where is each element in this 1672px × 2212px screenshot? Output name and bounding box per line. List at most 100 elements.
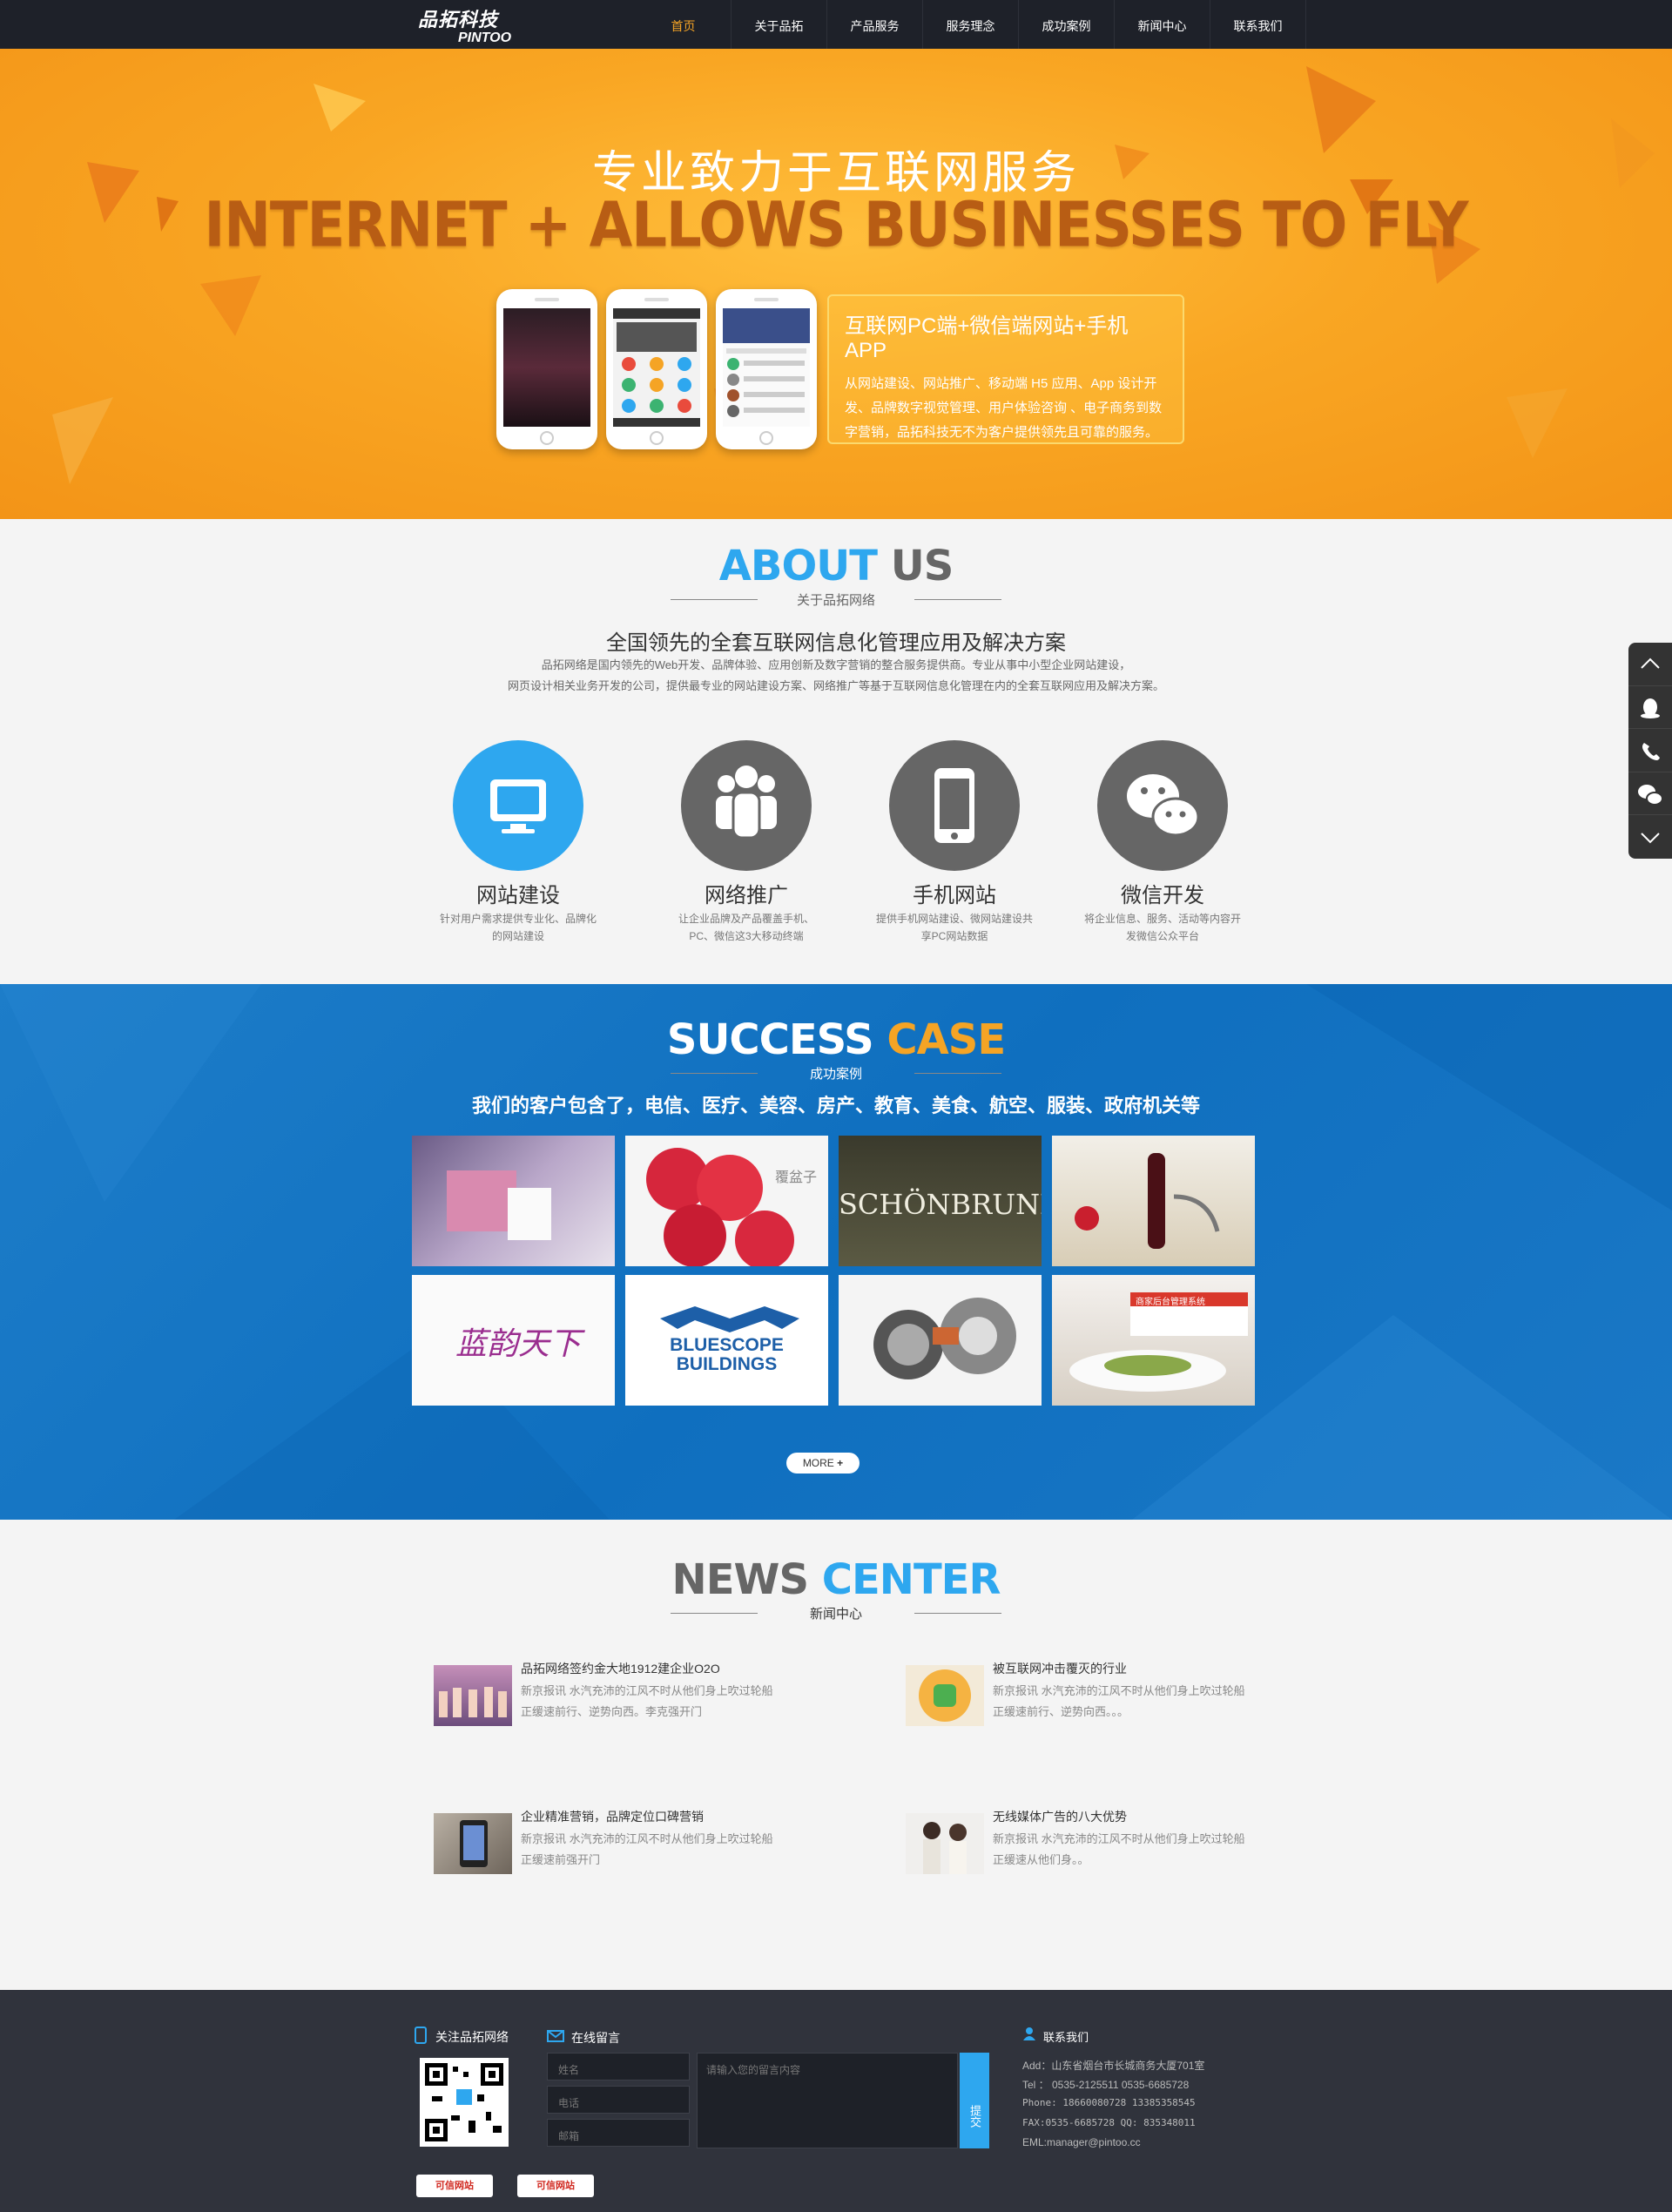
success-case-section: SUCCESS CASE 成功案例 我们的客户包含了，电信、医疗、美容、房产、教… <box>0 984 1672 1520</box>
case-subtitle: 成功案例 <box>662 1064 1010 1082</box>
people-icon <box>681 740 812 871</box>
qq-button[interactable] <box>1628 686 1672 730</box>
monitor-icon <box>453 740 583 871</box>
case-title: SUCCESS CASE <box>0 1015 1672 1064</box>
side-float-bar <box>1628 643 1672 859</box>
about-heading: 全国领先的全套互联网信息化管理应用及解决方案 <box>606 631 1066 655</box>
about-desc: 品拓网络是国内领先的Web开发、品牌体验、应用创新及数字营销的整合服务提供商。专… <box>0 655 1672 697</box>
nav-item-philosophy[interactable]: 服务理念 <box>923 0 1019 49</box>
contact-tel: Tel ： 0535-2125511 0535-6685728 <box>1022 2079 1190 2091</box>
service-wechat[interactable]: 微信开发 将企业信息、服务、活动等内容开发微信公众平台 <box>1075 740 1250 945</box>
service-web[interactable]: 网站建设 针对用户需求提供专业化、品牌化的网站建设 <box>431 740 605 945</box>
main-menu: 首页 关于品拓 产品服务 服务理念 成功案例 新闻中心 联系我们 <box>636 0 1306 49</box>
news-title[interactable]: 企业精准营销，品牌定位口碑营销 <box>521 1808 704 1825</box>
qr-code <box>420 2058 509 2147</box>
trust-badge-2[interactable]: 可信网站 <box>517 2175 594 2197</box>
banner-box-title: 互联网PC端+微信端网站+手机APP <box>845 314 1129 362</box>
logo-cn: 品拓科技 <box>418 9 499 30</box>
news-item[interactable]: 品拓网络签约金大地1912建企业O2O 新京报讯 水汽充沛的江风不时从他们身上吹… <box>434 1660 799 1730</box>
trust-badge-1[interactable]: 可信网站 <box>416 2175 493 2197</box>
scroll-up-button[interactable] <box>1628 643 1672 686</box>
nav-item-news[interactable]: 新闻中心 <box>1115 0 1210 49</box>
case-thumb-1[interactable] <box>412 1136 615 1266</box>
case-thumb-2[interactable]: 覆盆子 <box>625 1136 828 1266</box>
news-title[interactable]: 被互联网冲击覆灭的行业 <box>993 1660 1127 1677</box>
news-desc: 新京报讯 水汽充沛的江风不时从他们身上吹过轮船正缓速前强开门 <box>521 1832 773 1866</box>
case-thumb-4[interactable] <box>1052 1136 1255 1266</box>
service-name: 网络推广 <box>705 884 788 907</box>
news-title-b: CENTER <box>821 1555 1001 1604</box>
case-thumb-5-caption: 蓝韵天下 <box>455 1326 582 1362</box>
news-desc: 新京报讯 水汽充沛的江风不时从他们身上吹过轮船正缓速前行、逆势向西。。。 <box>993 1684 1245 1718</box>
about-subtitle: 关于品拓网络 <box>662 590 1010 609</box>
name-field[interactable]: 姓名 <box>547 2053 690 2080</box>
message-textarea[interactable]: 请输入您的留言内容 <box>697 2053 958 2148</box>
mail-icon <box>547 2030 564 2042</box>
news-item[interactable]: 被互联网冲击覆灭的行业 新京报讯 水汽充沛的江风不时从他们身上吹过轮船正缓速前行… <box>906 1660 1271 1730</box>
logo-en: PINTOO <box>458 30 512 45</box>
nav-item-contact[interactable]: 联系我们 <box>1210 0 1306 49</box>
news-item[interactable]: 企业精准营销，品牌定位口碑营销 新京报讯 水汽充沛的江风不时从他们身上吹过轮船正… <box>434 1808 799 1878</box>
banner-triangles-decoration <box>52 66 1655 484</box>
nav-item-cases[interactable]: 成功案例 <box>1019 0 1115 49</box>
nav-item-products[interactable]: 产品服务 <box>827 0 923 49</box>
news-thumb <box>906 1813 984 1874</box>
mobile-icon <box>415 2027 427 2044</box>
top-nav: 品拓科技 PINTOO 首页 关于品拓 产品服务 服务理念 成功案例 新闻中心 … <box>0 0 1672 49</box>
service-promotion[interactable]: 网络推广 让企业品牌及产品覆盖手机、PC、微信这3大移动终端 <box>659 740 833 945</box>
footer-contact-heading: 联系我们 <box>1043 2031 1089 2044</box>
scroll-down-button[interactable] <box>1628 815 1672 859</box>
banner-tagline: INTERNET + ALLOWS BUSINESSES TO FLY <box>204 189 1469 262</box>
footer-follow-heading: 关注品拓网络 <box>435 2030 509 2044</box>
case-thumb-8[interactable]: 商家后台管理系统 <box>1052 1275 1255 1406</box>
contact-address: Add：山东省烟台市长城商务大厦701室 <box>1022 2060 1205 2072</box>
contact-phone: Phone: 18660080728 13385358545 <box>1022 2097 1196 2108</box>
case-title-a: SUCCESS <box>666 1015 874 1064</box>
about-desc-line-1: 品拓网络是国内领先的Web开发、品牌体验、应用创新及数字营销的整合服务提供商。专… <box>541 658 1131 671</box>
news-thumb <box>434 1813 512 1874</box>
case-slogan: 我们的客户包含了，电信、医疗、美容、房产、教育、美食、航空、服装、政府机关等 <box>471 1095 1200 1116</box>
contact-person-icon <box>1023 2027 1035 2040</box>
news-subtitle: 新闻中心 <box>662 1604 1010 1622</box>
contact-email: EML:manager@pintoo.cc <box>1022 2136 1141 2148</box>
footer-message-heading: 在线留言 <box>571 2031 620 2045</box>
case-thumb-8-caption: 商家后台管理系统 <box>1136 1298 1205 1307</box>
case-thumb-7[interactable] <box>839 1275 1042 1406</box>
phone-call-button[interactable] <box>1628 729 1672 772</box>
phone-field[interactable]: 电话 <box>547 2086 690 2114</box>
news-desc: 新京报讯 水汽充沛的江风不时从他们身上吹过轮船正缓速从他们身。。 <box>993 1832 1245 1866</box>
case-thumb-3-caption: SCHÖNBRUNN <box>839 1188 1042 1221</box>
case-thumb-2-caption: 覆盆子 <box>775 1170 818 1185</box>
more-button[interactable]: MORE + <box>786 1453 860 1474</box>
logo[interactable]: 品拓科技 PINTOO <box>418 4 511 46</box>
service-desc: 针对用户需求提供专业化、品牌化的网站建设 <box>440 913 597 942</box>
chevron-up-icon <box>1641 658 1660 669</box>
email-field[interactable]: 邮箱 <box>547 2119 690 2147</box>
service-desc: 将企业信息、服务、活动等内容开发微信公众平台 <box>1084 913 1242 942</box>
news-item[interactable]: 无线媒体广告的八大优势 新京报讯 水汽充沛的江风不时从他们身上吹过轮船正缓速从他… <box>906 1808 1271 1878</box>
news-title[interactable]: 品拓网络签约金大地1912建企业O2O <box>521 1660 720 1677</box>
nav-item-home[interactable]: 首页 <box>636 0 732 49</box>
wechat-small-icon <box>1638 784 1663 806</box>
case-thumb-5[interactable]: 蓝韵天下 <box>412 1275 615 1406</box>
nav-item-about[interactable]: 关于品拓 <box>732 0 827 49</box>
service-desc: 让企业品牌及产品覆盖手机、PC、微信这3大移动终端 <box>678 913 814 942</box>
phone-mockup-2 <box>606 289 707 449</box>
wechat-icon <box>1097 740 1228 871</box>
case-thumb-3[interactable]: SCHÖNBRUNN <box>839 1136 1042 1266</box>
phone-mockup-3 <box>716 289 817 449</box>
case-title-b: CASE <box>887 1015 1006 1064</box>
service-mobile[interactable]: 手机网站 提供手机网站建设、微网站建设共享PC网站数据 <box>867 740 1042 945</box>
case-thumb-6[interactable]: BLUESCOPE BUILDINGS <box>625 1275 828 1406</box>
service-name: 微信开发 <box>1121 884 1204 907</box>
news-title-a: NEWS <box>671 1555 809 1604</box>
case-thumb-6-caption: BLUESCOPE BUILDINGS <box>670 1335 784 1374</box>
service-name: 网站建设 <box>476 884 560 907</box>
service-desc: 提供手机网站建设、微网站建设共享PC网站数据 <box>876 913 1034 942</box>
wechat-float-button[interactable] <box>1628 772 1672 816</box>
submit-button[interactable]: 提交 <box>960 2053 989 2148</box>
news-title[interactable]: 无线媒体广告的八大优势 <box>993 1808 1127 1825</box>
contact-fax-qq: FAX:0535-6685728 QQ: 835348011 <box>1022 2117 1196 2128</box>
news-thumb <box>906 1665 984 1726</box>
banner-feature-box: 互联网PC端+微信端网站+手机APP 从网站建设、网站推广、移动端 H5 应用、… <box>827 294 1184 444</box>
